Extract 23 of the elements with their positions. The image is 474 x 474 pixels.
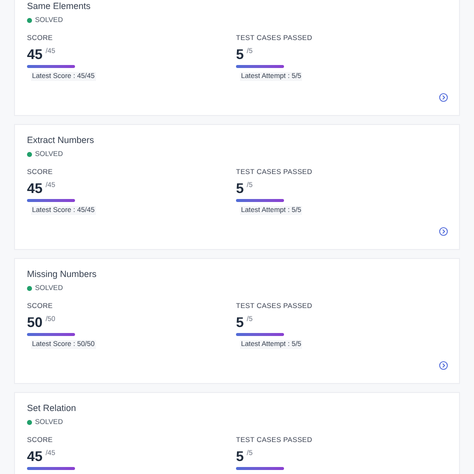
gradient-bar [27,65,75,68]
metric-value: 5 [236,449,244,464]
problem-title: Set Relation [27,402,78,414]
gradient-bar [236,333,284,336]
metric-value: 5 [236,315,244,330]
problem-title: Same Elements [27,0,92,12]
metric-value: 45 [27,181,43,196]
arrow-circle-icon[interactable] [439,93,448,102]
metric-value: 45 [27,449,43,464]
gradient-bar [236,199,284,202]
gradient-bar [27,333,75,336]
metric-value: 45 [27,47,43,62]
arrow-circle-icon[interactable] [439,361,448,370]
metric-value: 50 [27,315,43,330]
gradient-bar [27,467,75,470]
problem-title: Extract Numbers [27,134,96,146]
gradient-bar [236,467,284,470]
problem-title: Missing Numbers [27,268,98,280]
metric-value: 5 [236,47,244,62]
gradient-bar [27,199,75,202]
arrow-circle-icon[interactable] [439,227,448,236]
gradient-bar [236,65,284,68]
metric-value: 5 [236,181,244,196]
